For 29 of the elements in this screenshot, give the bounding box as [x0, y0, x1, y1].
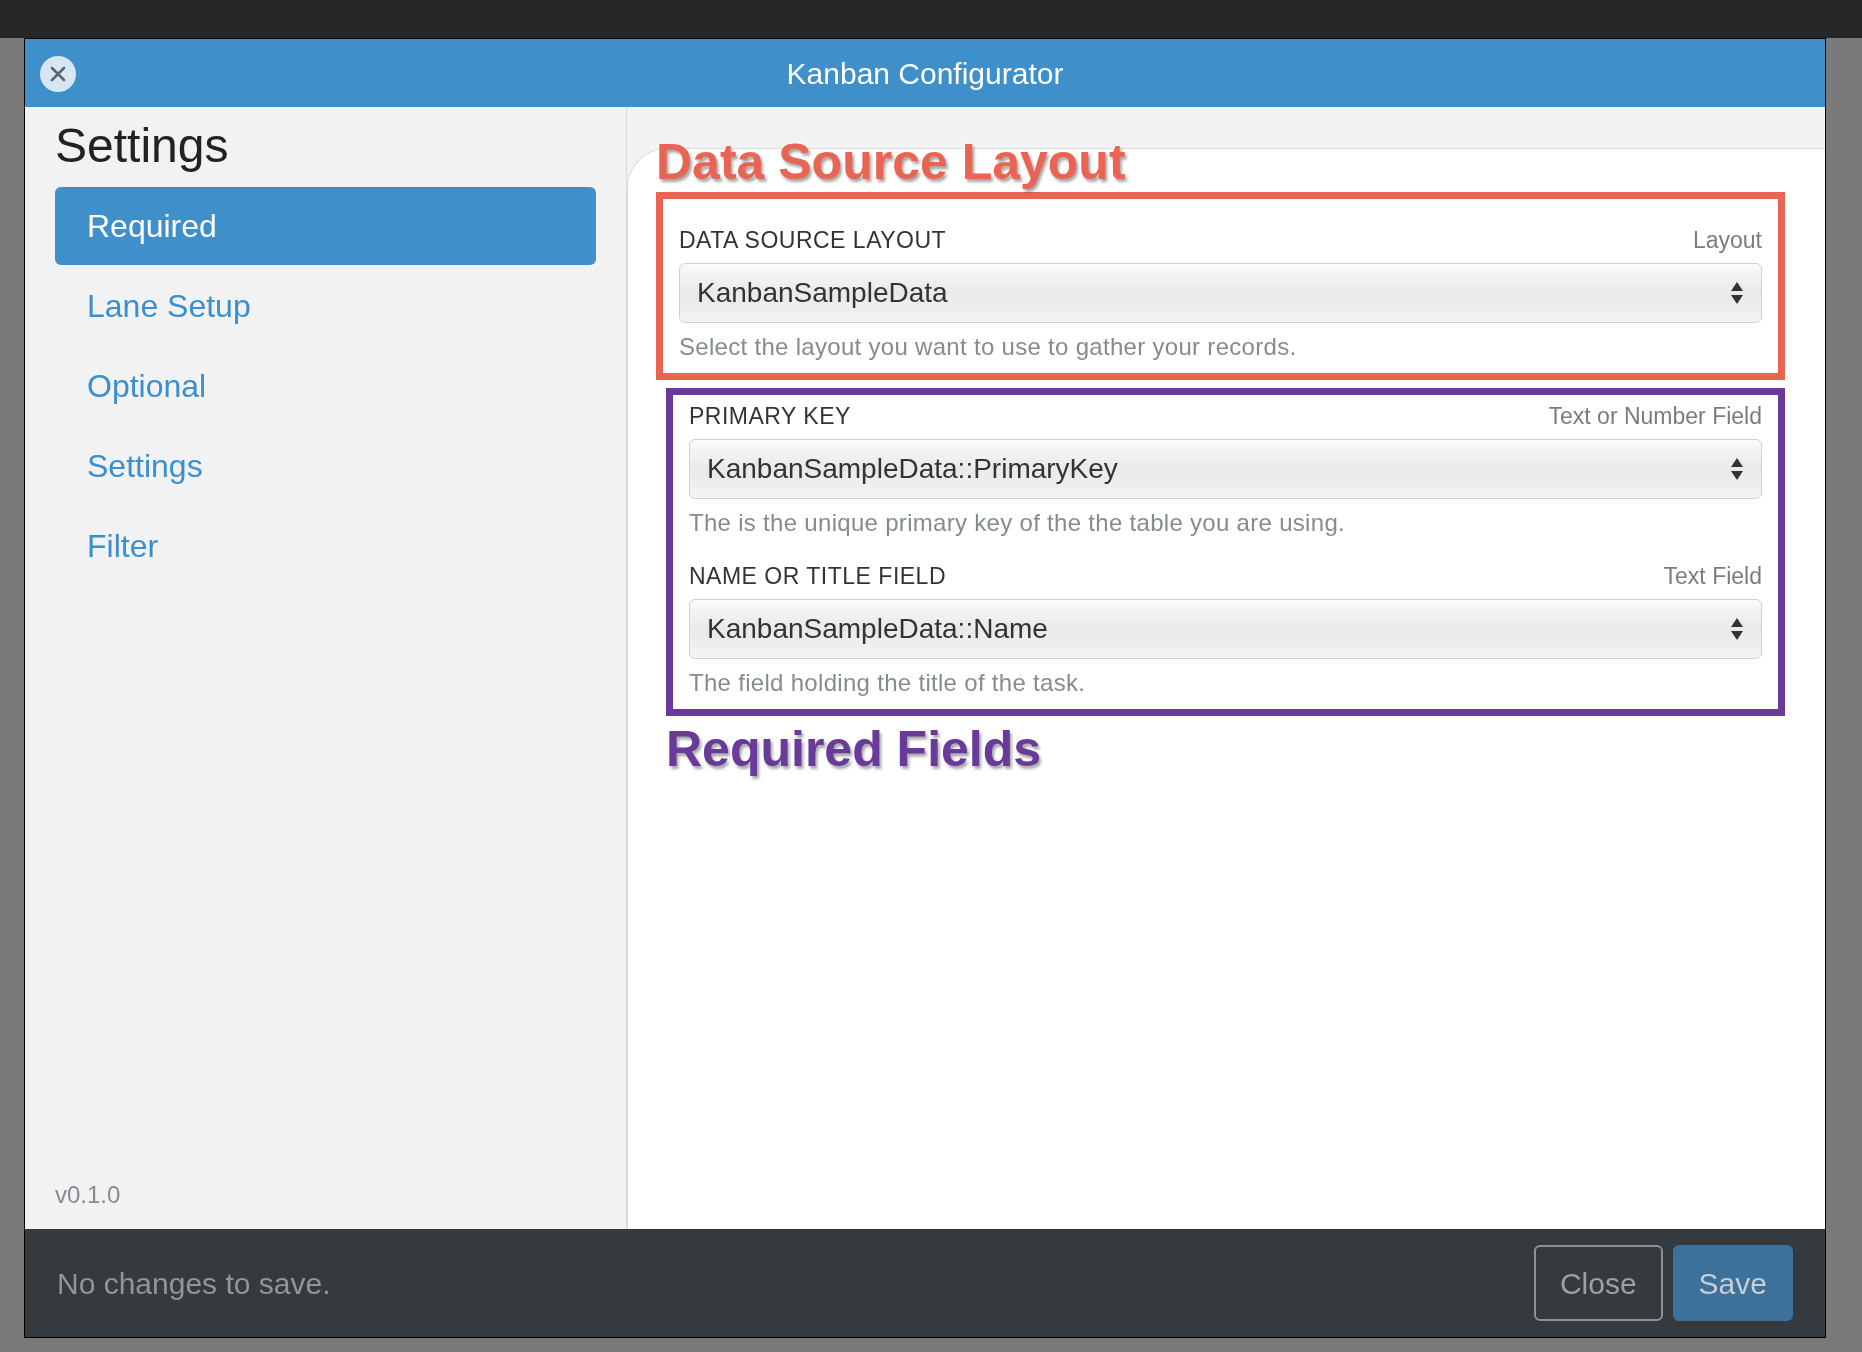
sidebar-item[interactable]: Settings	[55, 426, 596, 505]
field-label: PRIMARY KEY	[689, 401, 851, 431]
sidebar-item[interactable]: Filter	[55, 506, 596, 585]
close-button[interactable]: Close	[1533, 1245, 1663, 1321]
up-down-caret-icon	[1730, 616, 1744, 642]
field-type-hint: Text Field	[1663, 561, 1762, 591]
field-type-hint: Text or Number Field	[1548, 401, 1762, 431]
dropdown-field[interactable]: KanbanSampleData	[679, 263, 1762, 323]
up-down-caret-icon	[1730, 280, 1744, 306]
up-down-caret-icon	[1730, 456, 1744, 482]
field-label: NAME OR TITLE FIELD	[689, 561, 946, 591]
dropdown-field[interactable]: KanbanSampleData::PrimaryKey	[689, 439, 1762, 499]
field-label: DATA SOURCE LAYOUT	[679, 225, 947, 255]
annotation-label: Required Fields	[666, 722, 1042, 777]
close-icon[interactable]	[40, 56, 76, 92]
sidebar-title: Settings	[55, 118, 230, 174]
dropdown-field[interactable]: KanbanSampleData::Name	[689, 599, 1762, 659]
sidebar-item[interactable]: Required	[55, 186, 596, 265]
sidebar-item[interactable]: Lane Setup	[55, 266, 596, 345]
status-message: No changes to save.	[57, 1265, 331, 1302]
help-text: The field holding the title of the task.	[689, 668, 1087, 698]
help-text: The is the unique primary key of the the table you are using.	[689, 508, 1346, 538]
save-button[interactable]: Save	[1672, 1245, 1793, 1321]
version-label: v0.1.0	[55, 1180, 122, 1210]
annotation-label: Data Source Layout	[656, 135, 1126, 190]
window-title: Kanban Configurator	[786, 55, 1064, 92]
sidebar-item[interactable]: Optional	[55, 346, 596, 425]
help-text: Select the layout you want to use to gather your records.	[679, 332, 1298, 362]
field-type-hint: Layout	[1692, 225, 1762, 255]
